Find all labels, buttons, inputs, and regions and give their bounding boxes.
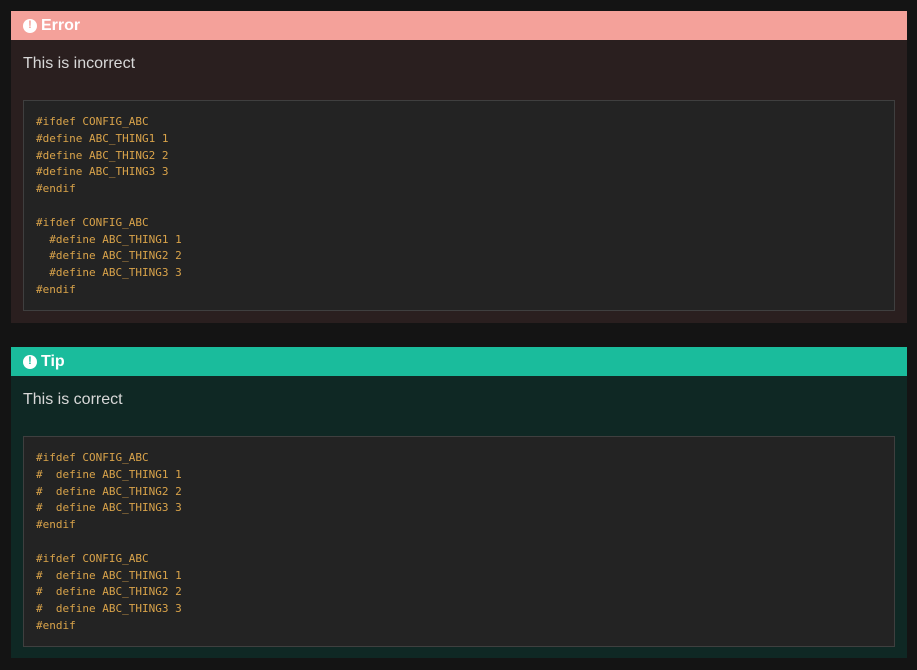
error-title-label: Error bbox=[41, 16, 81, 34]
exclamation-circle-icon: ! bbox=[23, 18, 37, 33]
error-code-block: #ifdef CONFIG_ABC #define ABC_THING1 1 #… bbox=[23, 100, 895, 311]
code-line: #endif bbox=[36, 182, 76, 196]
code-line: # define ABC_THING2 2 bbox=[36, 585, 182, 599]
code-line: #define ABC_THING2 2 bbox=[36, 148, 169, 162]
code-line: # define ABC_THING1 1 bbox=[36, 568, 182, 582]
exclamation-circle-icon: ! bbox=[23, 354, 37, 369]
error-admonition-title: ! Error bbox=[11, 11, 907, 40]
code-line: # define ABC_THING2 2 bbox=[36, 484, 182, 498]
code-line: #endif bbox=[36, 282, 76, 296]
code-line: #ifdef CONFIG_ABC bbox=[36, 551, 149, 565]
code-line: #endif bbox=[36, 518, 76, 532]
error-admonition-text: This is incorrect bbox=[23, 55, 136, 72]
code-line: #endif bbox=[36, 618, 76, 632]
tip-code-block: #ifdef CONFIG_ABC # define ABC_THING1 1 … bbox=[23, 436, 895, 647]
tip-admonition-title: ! Tip bbox=[11, 347, 907, 376]
code-line: # define ABC_THING3 3 bbox=[36, 501, 182, 515]
tip-title-label: Tip bbox=[41, 352, 65, 370]
page: ! Error This is incorrect #ifdef CONFIG_… bbox=[0, 0, 917, 670]
code-line: #ifdef CONFIG_ABC bbox=[36, 451, 149, 464]
code-line: # define ABC_THING1 1 bbox=[36, 467, 182, 481]
code-line: #ifdef CONFIG_ABC bbox=[36, 215, 149, 229]
tip-admonition-text: This is correct bbox=[23, 391, 123, 408]
code-line: #define ABC_THING3 3 bbox=[36, 266, 182, 280]
error-admonition: ! Error This is incorrect #ifdef CONFIG_… bbox=[11, 11, 907, 323]
code-line: # define ABC_THING3 3 bbox=[36, 602, 182, 616]
code-line: #ifdef CONFIG_ABC bbox=[36, 115, 149, 128]
code-line: #define ABC_THING1 1 bbox=[36, 232, 182, 246]
code-line: #define ABC_THING2 2 bbox=[36, 249, 182, 263]
code-line: #define ABC_THING1 1 bbox=[36, 131, 169, 145]
tip-admonition: ! Tip This is correct #ifdef CONFIG_ABC … bbox=[11, 347, 907, 658]
code-line: #define ABC_THING3 3 bbox=[36, 165, 169, 179]
